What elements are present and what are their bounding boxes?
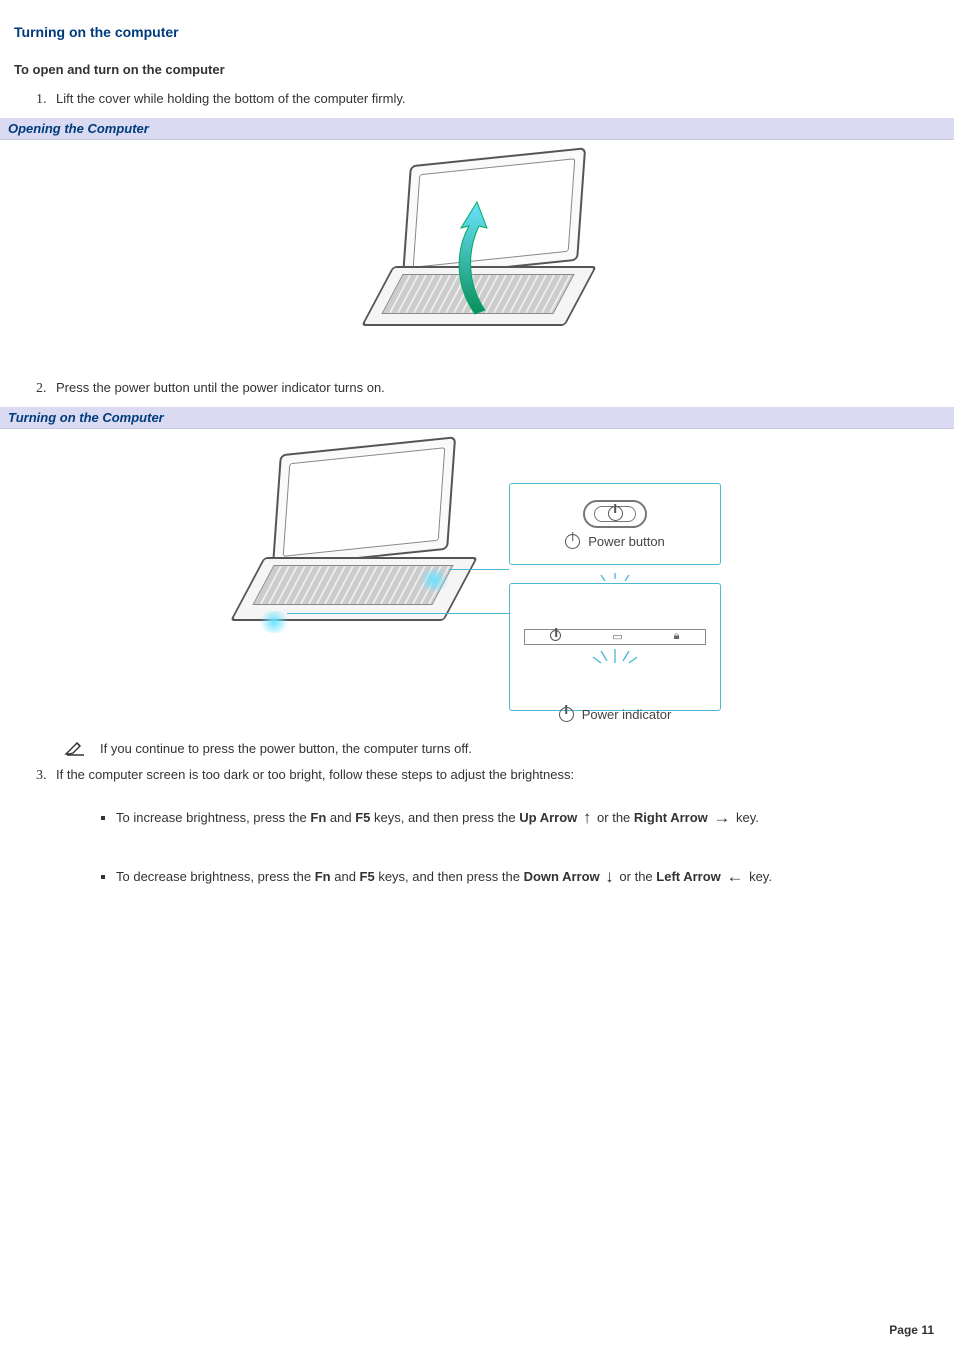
section-heading: Turning on the computer xyxy=(14,24,940,40)
step-list: If the computer screen is too dark or to… xyxy=(14,767,940,898)
battery-icon: ▭ xyxy=(612,630,622,643)
brightness-bullet-list: To increase brightness, press the Fn and… xyxy=(56,798,940,898)
power-icon xyxy=(559,707,574,722)
step-2-text: Press the power button until the power i… xyxy=(56,380,385,395)
power-indicator-highlight xyxy=(257,611,291,633)
power-button-highlight xyxy=(417,569,451,591)
open-lid-arrow-icon xyxy=(435,196,505,316)
power-icon xyxy=(608,506,623,521)
page-number: Page 11 xyxy=(889,1323,934,1337)
power-icon xyxy=(565,534,580,549)
procedure-title: To open and turn on the computer xyxy=(14,62,940,77)
up-arrow-icon: ↑ xyxy=(583,808,592,827)
note-text: If you continue to press the power butto… xyxy=(100,741,472,756)
figure-turning-on-computer: Power button ▭ 🔒︎ xyxy=(14,435,940,715)
power-button-label: Power button xyxy=(588,534,665,549)
lock-icon: 🔒︎ xyxy=(674,630,680,643)
figure-caption-opening: Opening the Computer xyxy=(0,118,954,140)
step-1-text: Lift the cover while holding the bottom … xyxy=(56,91,405,106)
step-list: Press the power button until the power i… xyxy=(14,380,940,397)
power-indicator-callout: ▭ 🔒︎ Power indicator xyxy=(509,583,721,711)
right-arrow-icon: → xyxy=(713,808,730,827)
left-arrow-icon: ← xyxy=(726,867,743,886)
power-icon xyxy=(550,630,561,641)
step-list: Lift the cover while holding the bottom … xyxy=(14,91,940,108)
power-button-callout: Power button xyxy=(509,483,721,565)
power-indicator-label: Power indicator xyxy=(582,707,672,722)
note: If you continue to press the power butto… xyxy=(64,739,940,757)
down-arrow-icon: ↓ xyxy=(605,867,614,886)
increase-brightness-item: To increase brightness, press the Fn and… xyxy=(116,798,940,839)
step-3-text: If the computer screen is too dark or to… xyxy=(56,767,574,782)
figure-caption-turning-on: Turning on the Computer xyxy=(0,407,954,429)
figure-opening-computer xyxy=(14,146,940,356)
note-pencil-icon xyxy=(64,739,86,757)
decrease-brightness-item: To decrease brightness, press the Fn and… xyxy=(116,857,940,898)
